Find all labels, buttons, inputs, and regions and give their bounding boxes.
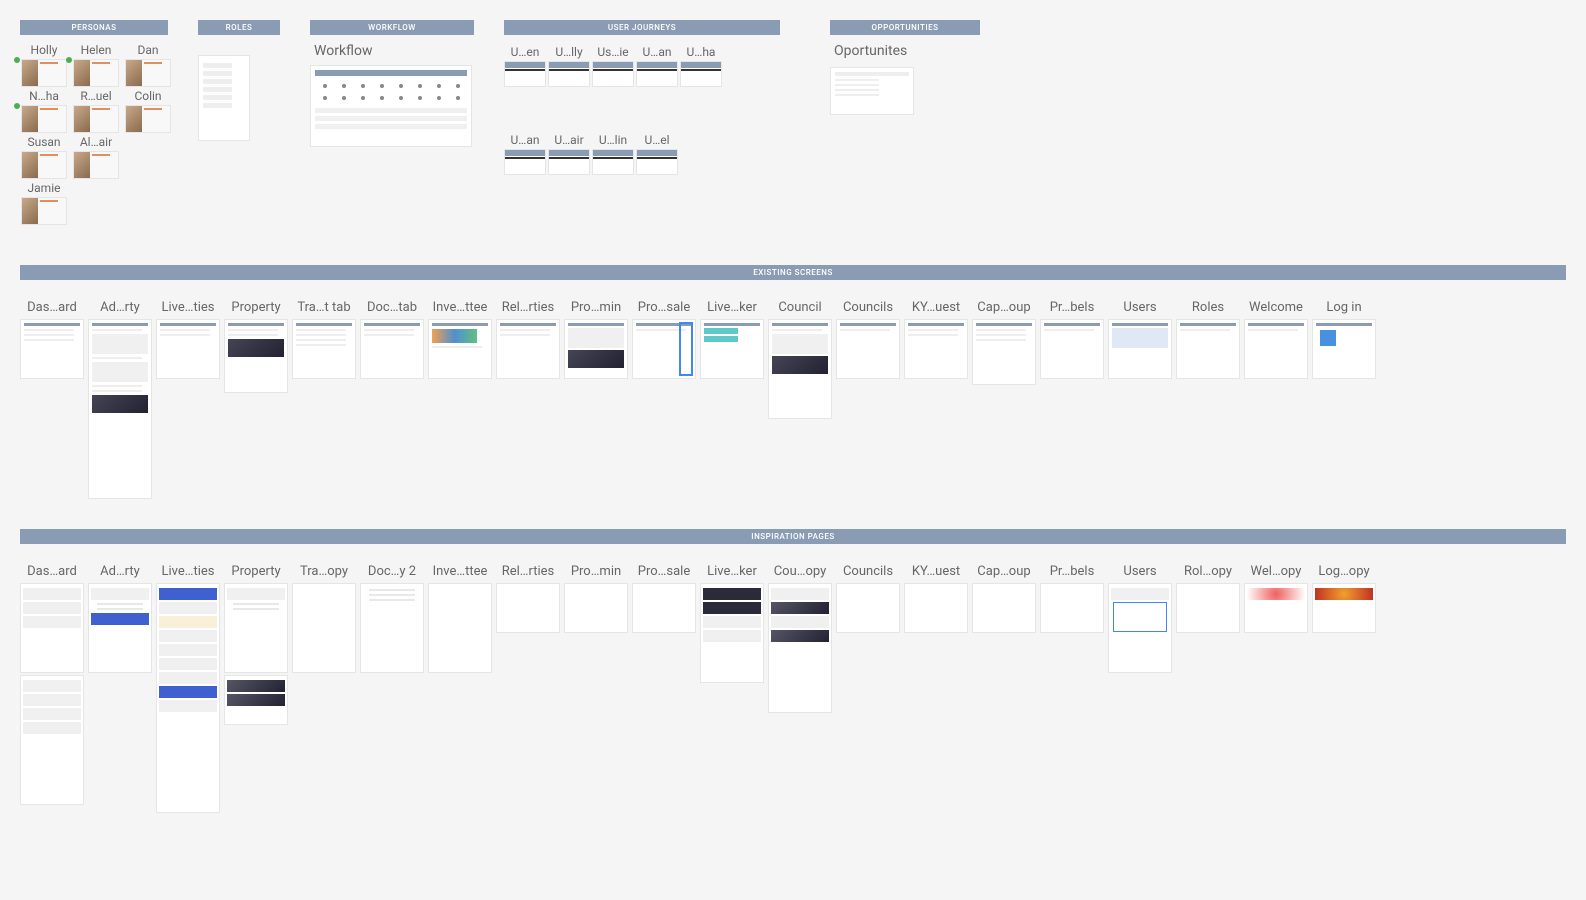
screen-councils[interactable]: Councils — [836, 300, 900, 379]
screen-relrties[interactable]: Rel…rties — [496, 300, 560, 379]
screen-adrty[interactable]: Ad…rty — [88, 300, 152, 499]
insp-property[interactable]: Property — [224, 564, 288, 725]
journey-frame[interactable]: U…lly — [548, 45, 590, 87]
insp-promin[interactable]: Pro…min — [564, 564, 628, 633]
screen-roles[interactable]: Roles — [1176, 300, 1240, 379]
persona-jamie[interactable]: Jamie — [20, 181, 68, 225]
inspiration-header: Inspiration Pages — [20, 529, 1566, 544]
workflow-header: Workflow — [310, 20, 474, 35]
screen-prosale[interactable]: Pro…sale — [632, 300, 696, 379]
inspiration-section: Inspiration Pages Das…ard Ad…rty Live…ti… — [20, 529, 1566, 813]
roles-section: Roles — [198, 20, 280, 141]
persona-holly[interactable]: Holly — [20, 43, 68, 87]
persona-alair[interactable]: Al…air — [72, 135, 120, 179]
opportunities-header: Opportunities — [830, 20, 980, 35]
insp-traopy[interactable]: Tra…opy — [292, 564, 356, 673]
opportunities-section: Opportunities Oportunites — [830, 20, 980, 115]
persona-colin[interactable]: Colin — [124, 89, 172, 133]
insp-couopy[interactable]: Cou…opy — [768, 564, 832, 713]
screen-promin[interactable]: Pro…min — [564, 300, 628, 379]
roles-frame[interactable] — [198, 55, 250, 141]
journey-frame[interactable]: U…lin — [592, 133, 634, 175]
insp-docy2[interactable]: Doc…y 2 — [360, 564, 424, 673]
screen-capoup[interactable]: Cap…oup — [972, 300, 1036, 385]
existing-screens-section: Existing Screens Das…ard Ad…rty Live…tie… — [20, 265, 1566, 499]
user-journeys-row2: U…an U…air U…lin U…el — [504, 133, 780, 175]
journey-frame[interactable]: Us…ie — [592, 45, 634, 87]
persona-susan[interactable]: Susan — [20, 135, 68, 179]
insp-prosale[interactable]: Pro…sale — [632, 564, 696, 633]
opportunities-frame[interactable] — [830, 67, 914, 115]
screen-doctab[interactable]: Doc…tab — [360, 300, 424, 379]
user-journeys-section: User Journeys U…en U…lly Us…ie U…an U…ha… — [504, 20, 780, 175]
user-journeys-header: User Journeys — [504, 20, 780, 35]
screen-liveties[interactable]: Live…ties — [156, 300, 220, 379]
insp-kyuest[interactable]: KY…uest — [904, 564, 968, 633]
screen-kyuest[interactable]: KY…uest — [904, 300, 968, 379]
insp-invettee[interactable]: Inve…ttee — [428, 564, 492, 673]
persona-helen[interactable]: Helen — [72, 43, 120, 87]
screen-login[interactable]: Log in — [1312, 300, 1376, 379]
screen-liveker[interactable]: Live…ker — [700, 300, 764, 379]
workflow-section: Workflow Workflow — [310, 20, 474, 147]
insp-capoup[interactable]: Cap…oup — [972, 564, 1036, 633]
personas-grid: Holly Helen Dan N…ha R…uel Colin Susan A… — [20, 43, 168, 225]
screen-welcome[interactable]: Welcome — [1244, 300, 1308, 379]
insp-dashboard[interactable]: Das…ard — [20, 564, 84, 805]
journey-frame[interactable]: U…an — [636, 45, 678, 87]
screen-dashboard[interactable]: Das…ard — [20, 300, 84, 379]
personas-header: Personas — [20, 20, 168, 35]
inspiration-row: Das…ard Ad…rty Live…ties Property Tra…op… — [20, 564, 1566, 813]
insp-rolopy[interactable]: Rol…opy — [1176, 564, 1240, 633]
insp-relrties[interactable]: Rel…rties — [496, 564, 560, 633]
screen-invettee[interactable]: Inve…ttee — [428, 300, 492, 379]
user-journeys-row1: U…en U…lly Us…ie U…an U…ha — [504, 45, 780, 87]
insp-welopy[interactable]: Wel…opy — [1244, 564, 1308, 633]
insp-adrty[interactable]: Ad…rty — [88, 564, 152, 673]
journey-frame[interactable]: U…ha — [680, 45, 722, 87]
journey-frame[interactable]: U…en — [504, 45, 546, 87]
existing-screens-header: Existing Screens — [20, 265, 1566, 280]
workflow-frame[interactable] — [310, 65, 472, 147]
journey-frame[interactable]: U…el — [636, 133, 678, 175]
journey-frame[interactable]: U…an — [504, 133, 546, 175]
screen-prbels[interactable]: Pr…bels — [1040, 300, 1104, 379]
personas-section: Personas Holly Helen Dan N…ha R…uel Coli… — [20, 20, 168, 225]
persona-nha[interactable]: N…ha — [20, 89, 68, 133]
roles-header: Roles — [198, 20, 280, 35]
insp-logopy[interactable]: Log…opy — [1312, 564, 1376, 633]
workflow-title: Workflow — [310, 43, 474, 59]
screen-users[interactable]: Users — [1108, 300, 1172, 379]
insp-councils[interactable]: Councils — [836, 564, 900, 633]
insp-liveties[interactable]: Live…ties — [156, 564, 220, 813]
opportunities-title: Oportunites — [830, 43, 980, 59]
insp-users[interactable]: Users — [1108, 564, 1172, 673]
persona-dan[interactable]: Dan — [124, 43, 172, 87]
journey-frame[interactable]: U…air — [548, 133, 590, 175]
insp-liveker[interactable]: Live…ker — [700, 564, 764, 683]
screen-trattab[interactable]: Tra…t tab — [292, 300, 356, 379]
screen-council[interactable]: Council — [768, 300, 832, 419]
screen-property[interactable]: Property — [224, 300, 288, 393]
insp-prbels[interactable]: Pr…bels — [1040, 564, 1104, 633]
persona-ruel[interactable]: R…uel — [72, 89, 120, 133]
existing-screens-row: Das…ard Ad…rty Live…ties Property Tra…t … — [20, 300, 1566, 499]
